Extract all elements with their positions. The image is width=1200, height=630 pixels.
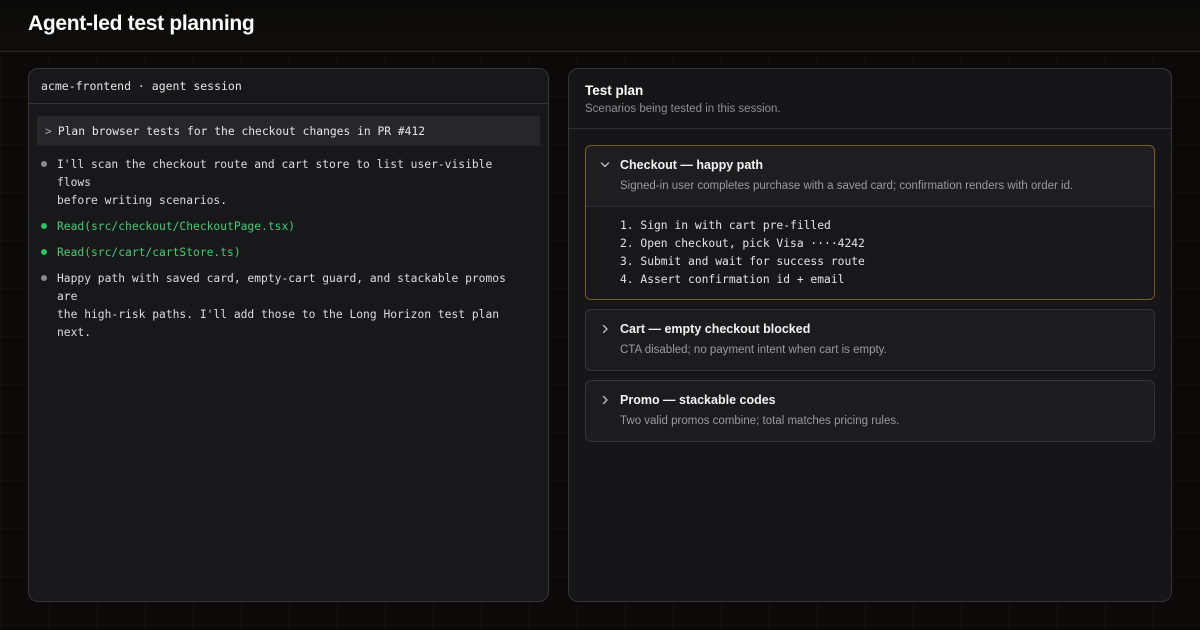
message-bullet-icon [41, 275, 47, 281]
scenario-step: 1. Sign in with cart pre-filled [620, 219, 831, 232]
session-body: > Plan browser tests for the checkout ch… [29, 104, 548, 342]
test-plan-subtitle: Scenarios being tested in this session. [585, 103, 781, 115]
scenario-description: CTA disabled; no payment intent when car… [620, 344, 887, 356]
scenario-list: Checkout — happy path Signed-in user com… [569, 129, 1171, 442]
scenario-toggle[interactable]: Checkout — happy path Signed-in user com… [586, 146, 1154, 206]
chevron-down-icon [600, 158, 620, 172]
log-item: Read(src/cart/cartStore.ts) [37, 244, 540, 262]
scenario-card-cart-empty-checkout: Cart — empty checkout blocked CTA disabl… [585, 309, 1155, 371]
scenario-card-checkout-happy-path: Checkout — happy path Signed-in user com… [585, 145, 1155, 300]
session-header: acme-frontend · agent session [29, 69, 548, 104]
chevron-right-icon [600, 393, 620, 407]
scenario-step: 3. Submit and wait for success route [620, 255, 865, 268]
scenario-toggle[interactable]: Cart — empty checkout blocked CTA disabl… [586, 310, 1154, 370]
log-item: I'll scan the checkout route and cart st… [37, 156, 540, 210]
test-plan-header: Test plan Scenarios being tested in this… [569, 69, 1171, 129]
chevron-right-icon [600, 322, 620, 336]
scenario-steps: 1. Sign in with cart pre-filled 2. Open … [586, 206, 1154, 299]
scenario-title: Checkout — happy path [620, 158, 764, 172]
tool-call: Read(src/checkout/CheckoutPage.tsx) [57, 220, 296, 233]
tool-call-bullet-icon [41, 223, 47, 229]
message-bullet-icon [41, 161, 47, 167]
log-item: Read(src/checkout/CheckoutPage.tsx) [37, 218, 540, 236]
tool-call: Read(src/cart/cartStore.ts) [57, 246, 241, 259]
scenario-step: 4. Assert confirmation id + email [620, 273, 845, 286]
log-message: I'll scan the checkout route and cart st… [57, 158, 493, 207]
agent-log: I'll scan the checkout route and cart st… [37, 156, 540, 342]
scenario-toggle[interactable]: Promo — stackable codes Two valid promos… [586, 381, 1154, 441]
scenario-title: Cart — empty checkout blocked [620, 322, 811, 336]
agent-session-panel: acme-frontend · agent session > Plan bro… [28, 68, 549, 602]
prompt-caret: > [45, 124, 52, 138]
session-title: acme-frontend · agent session [41, 79, 242, 93]
scenario-description: Two valid promos combine; total matches … [620, 415, 900, 427]
scenario-step: 2. Open checkout, pick Visa ····4242 [620, 237, 865, 250]
app-header: Agent-led test planning [0, 0, 1200, 52]
test-plan-panel: Test plan Scenarios being tested in this… [568, 68, 1172, 602]
scenario-card-promo-stackable: Promo — stackable codes Two valid promos… [585, 380, 1155, 442]
test-plan-title: Test plan [585, 83, 644, 98]
page-title: Agent-led test planning [28, 12, 255, 35]
user-prompt: > Plan browser tests for the checkout ch… [37, 116, 540, 146]
scenario-description: Signed-in user completes purchase with a… [620, 180, 1074, 192]
tool-call-bullet-icon [41, 249, 47, 255]
prompt-text: Plan browser tests for the checkout chan… [57, 124, 426, 138]
log-item: Happy path with saved card, empty-cart g… [37, 270, 540, 342]
scenario-title: Promo — stackable codes [620, 393, 776, 407]
log-message: Happy path with saved card, empty-cart g… [57, 272, 506, 339]
